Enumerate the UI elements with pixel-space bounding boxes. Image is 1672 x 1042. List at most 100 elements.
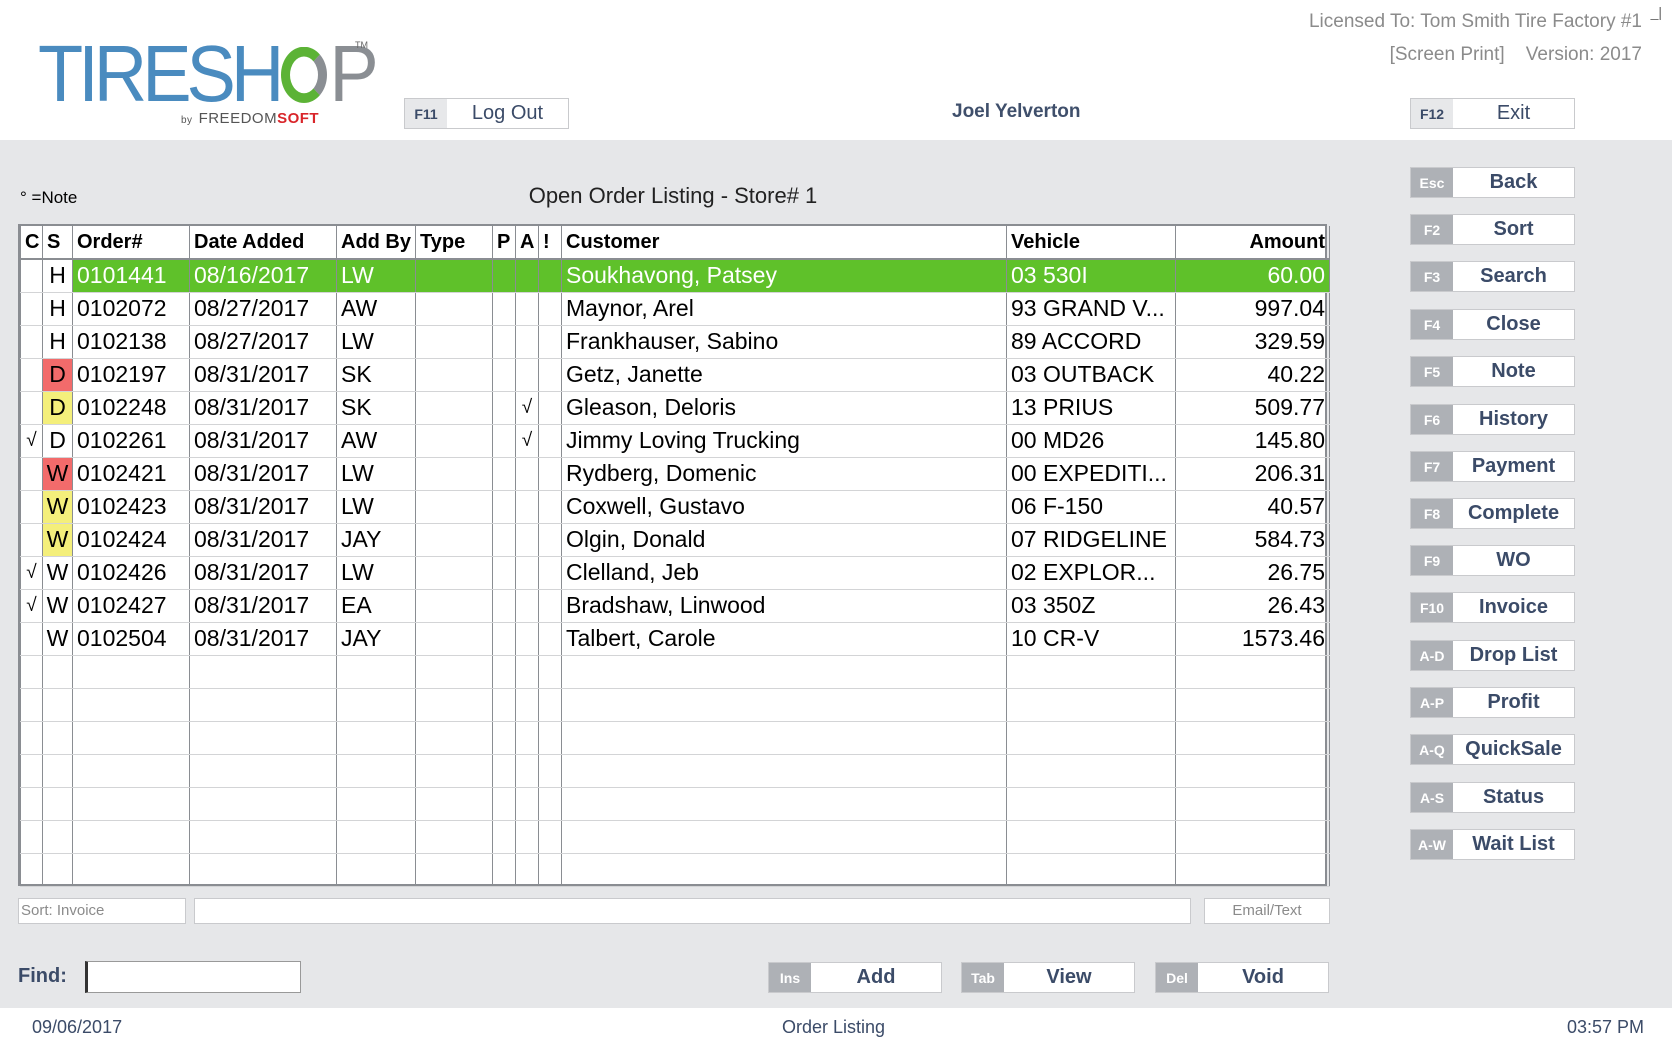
- empty-row: [20, 721, 1330, 755]
- table-row[interactable]: W 0102424 08/31/2017 JAY Olgin, Donald 07 RID…: [20, 523, 1330, 557]
- empty-cell: [20, 754, 43, 788]
- side-button-close[interactable]: F4 Close: [1410, 309, 1575, 340]
- cell-add-by: JAY: [336, 523, 416, 557]
- bottom-button-view[interactable]: Tab View: [961, 962, 1135, 993]
- cell-s: D: [42, 358, 73, 392]
- cell-c: √: [20, 556, 43, 590]
- find-input[interactable]: [85, 961, 301, 993]
- empty-cell: [415, 688, 493, 722]
- column-header-date[interactable]: Date Added: [189, 226, 337, 260]
- empty-cell: [561, 754, 1007, 788]
- version-line: [Screen Print] Version: 2017: [1309, 38, 1642, 71]
- side-button-search[interactable]: F3 Search: [1410, 261, 1575, 292]
- cell-add-by: SK: [336, 391, 416, 425]
- side-button-payment[interactable]: F7 Payment: [1410, 451, 1575, 482]
- table-row[interactable]: W 0102504 08/31/2017 JAY Talbert, Carole 10 C…: [20, 622, 1330, 656]
- logout-button[interactable]: F11 Log Out: [404, 98, 569, 129]
- column-header-s[interactable]: S: [42, 226, 73, 260]
- cell-p: [492, 457, 516, 491]
- table-row[interactable]: √ W 0102426 08/31/2017 LW Clelland, Jeb 02 EXP…: [20, 556, 1330, 590]
- side-button-status[interactable]: A-S Status: [1410, 782, 1575, 813]
- table-row[interactable]: W 0102423 08/31/2017 LW Coxwell, Gustavo 06 F…: [20, 490, 1330, 524]
- column-header-amount[interactable]: Amount: [1175, 226, 1330, 260]
- empty-cell: [492, 787, 516, 821]
- empty-cell: [20, 655, 43, 689]
- cell-amount: 26.75: [1175, 556, 1330, 590]
- empty-cell: [538, 754, 562, 788]
- empty-cell: [189, 754, 337, 788]
- column-header-c[interactable]: C: [20, 226, 43, 260]
- empty-cell: [538, 787, 562, 821]
- cell-type: [415, 622, 493, 656]
- cell-date: 08/31/2017: [189, 622, 337, 656]
- side-button-quicksale[interactable]: A-Q QuickSale: [1410, 734, 1575, 765]
- cell-bang: [538, 259, 562, 293]
- empty-cell: [492, 721, 516, 755]
- empty-row: [20, 655, 1330, 689]
- column-header-p[interactable]: P: [492, 226, 516, 260]
- cell-bang: [538, 424, 562, 458]
- bottom-button-add[interactable]: Ins Add: [768, 962, 942, 993]
- empty-cell: [72, 754, 190, 788]
- find-label: Find:: [18, 965, 67, 987]
- cell-order: 0102423: [72, 490, 190, 524]
- cell-vehicle: 89 ACCORD: [1006, 325, 1176, 359]
- side-button-history[interactable]: F6 History: [1410, 404, 1575, 435]
- cell-s: W: [42, 523, 73, 557]
- empty-cell: [189, 688, 337, 722]
- minimize-icon[interactable]: _|: [1651, 4, 1662, 20]
- button-label: Note: [1491, 360, 1536, 382]
- column-header-type[interactable]: Type: [415, 226, 493, 260]
- exit-button[interactable]: F12 Exit: [1410, 98, 1575, 129]
- order-grid[interactable]: C S Order# Date Added Add By Type P A! Customer V…: [18, 224, 1330, 887]
- cell-bang: [538, 358, 562, 392]
- table-row[interactable]: H 0101441 08/16/2017 LW Soukhavong, Patsey 03…: [20, 259, 1330, 293]
- button-label: View: [1046, 966, 1092, 988]
- cell-type: [415, 259, 493, 293]
- order-table: C S Order# Date Added Add By Type P A! Customer V…: [20, 226, 1330, 887]
- cell-date: 08/31/2017: [189, 457, 337, 491]
- column-header-vehicle[interactable]: Vehicle: [1006, 226, 1176, 260]
- empty-cell: [1006, 655, 1176, 689]
- empty-cell: [42, 721, 73, 755]
- license-line: Licensed To: Tom Smith Tire Factory #1: [1308, 11, 1642, 32]
- side-button-invoice[interactable]: F10 Invoice: [1410, 592, 1575, 623]
- sort-indicator: Sort: Invoice: [18, 898, 186, 924]
- email-text-button[interactable]: Email/Text: [1204, 898, 1330, 924]
- empty-cell: [42, 787, 73, 821]
- side-button-drop-list[interactable]: A-D Drop List: [1410, 640, 1575, 671]
- table-row[interactable]: H 0102072 08/27/2017 AW Maynor, Arel 93 GRAND…: [20, 292, 1330, 326]
- side-button-sort[interactable]: F2 Sort: [1410, 214, 1575, 245]
- cell-customer: Frankhauser, Sabino: [561, 325, 1007, 359]
- side-button-back[interactable]: Esc Back: [1410, 167, 1575, 198]
- column-header-order[interactable]: Order#: [72, 226, 190, 260]
- screen-print-link[interactable]: [Screen Print]: [1390, 44, 1505, 65]
- side-button-wo[interactable]: F9 WO: [1410, 545, 1575, 576]
- bottom-button-void[interactable]: Del Void: [1155, 962, 1329, 993]
- empty-cell: [20, 721, 43, 755]
- column-header-customer[interactable]: Customer: [561, 226, 1007, 260]
- column-header-a[interactable]: A: [515, 226, 539, 260]
- side-button-wait-list[interactable]: A-W Wait List: [1410, 829, 1575, 860]
- empty-cell: [492, 853, 516, 887]
- table-row[interactable]: √ W 0102427 08/31/2017 EA Bradshaw, Linwood 03…: [20, 589, 1330, 623]
- empty-cell: [561, 820, 1007, 854]
- column-header-bang[interactable]: !: [538, 226, 562, 260]
- side-button-profit[interactable]: A-P Profit: [1410, 687, 1575, 718]
- cell-p: [492, 391, 516, 425]
- cell-order: 0102421: [72, 457, 190, 491]
- cell-vehicle: 13 PRIUS: [1006, 391, 1176, 425]
- empty-cell: [72, 688, 190, 722]
- cell-vehicle: 00 EXPEDITI...: [1006, 457, 1176, 491]
- table-row[interactable]: W 0102421 08/31/2017 LW Rydberg, Domenic 00 E…: [20, 457, 1330, 491]
- table-row[interactable]: D 0102248 08/31/2017 SK √ Gleason, Deloris 13 …: [20, 391, 1330, 425]
- side-button-note[interactable]: F5 Note: [1410, 356, 1575, 387]
- table-row[interactable]: √ D 0102261 08/31/2017 AW √ Jimmy Loving Truck…: [20, 424, 1330, 458]
- cell-amount: 40.57: [1175, 490, 1330, 524]
- cell-customer: Gleason, Deloris: [561, 391, 1007, 425]
- button-label: Invoice: [1479, 596, 1548, 618]
- side-button-complete[interactable]: F8 Complete: [1410, 498, 1575, 529]
- table-row[interactable]: H 0102138 08/27/2017 LW Frankhauser, Sabino 8…: [20, 325, 1330, 359]
- column-header-add-by[interactable]: Add By: [336, 226, 416, 260]
- table-row[interactable]: D 0102197 08/31/2017 SK Getz, Janette 03 OUTB…: [20, 358, 1330, 392]
